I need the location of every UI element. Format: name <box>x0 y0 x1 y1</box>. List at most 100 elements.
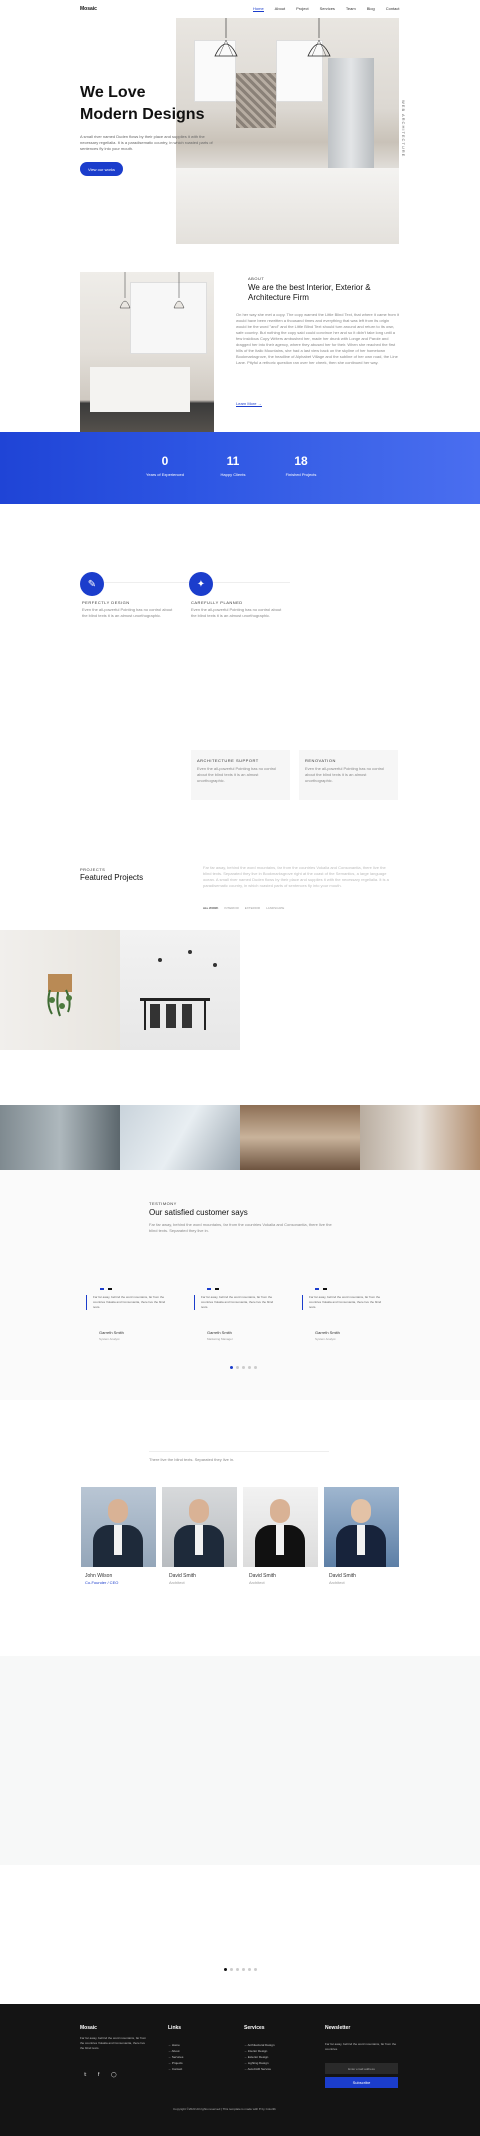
testimonial-name: Garreth Smith <box>99 1330 124 1335</box>
subscribe-button[interactable]: Subscribe <box>325 2077 398 2088</box>
team-role: Architect <box>249 1580 265 1585</box>
testimonial-role: Marketing Manager <box>207 1337 233 1341</box>
team-name: David Smith <box>169 1573 196 1579</box>
projects-title: Featured Projects <box>80 873 144 882</box>
site-logo[interactable]: Mosaic <box>80 6 97 12</box>
testimonial-role: System Analyst <box>315 1337 336 1341</box>
counter-projects: 18 Finished Projects <box>261 454 341 477</box>
hero-title-line1: We Love <box>80 84 146 101</box>
compass-icon: ✦ <box>189 572 213 596</box>
testimonial-quote: Far far away, behind the word mountains,… <box>86 1295 173 1310</box>
project-image[interactable] <box>0 1105 120 1170</box>
footer-newsletter-title: Newsletter <box>325 2025 351 2031</box>
hero-title: We Love Modern Designs <box>80 82 204 126</box>
footer-links-title: Links <box>168 2025 182 2031</box>
testimonial-label: TESTIMONY <box>149 1201 177 1206</box>
service-text: Even the all-powerful Pointing has no co… <box>305 766 385 783</box>
quote-icon <box>96 1278 120 1290</box>
team-role: Co-Founder / CEO <box>85 1580 119 1585</box>
pagination-dot[interactable] <box>224 1968 227 1971</box>
service-title: RENOVATION <box>305 758 336 763</box>
blog-pagination <box>224 1968 257 1971</box>
quote-icon <box>311 1278 335 1290</box>
main-nav: Home About Project Services Team Blog Co… <box>253 6 411 12</box>
instagram-icon[interactable]: ◯ <box>111 2072 117 2078</box>
about-title: We are the best Interior, Exterior & Arc… <box>248 283 371 302</box>
service-card: ARCHITECTURE SUPPORT Even the all-powerf… <box>191 750 290 800</box>
about-text: On her way she met a copy. The copy warn… <box>236 312 399 365</box>
team-name: David Smith <box>249 1573 276 1579</box>
footer-link[interactable]: → Contact <box>168 2066 183 2072</box>
team-role: Architect <box>169 1580 185 1585</box>
about-image <box>80 272 214 432</box>
footer-brand: Mosaic <box>80 2025 97 2031</box>
vertical-label: WEB ARCHITECTURE <box>401 100 406 158</box>
facebook-icon[interactable]: f <box>98 2072 99 2078</box>
team-role: Architect <box>329 1580 345 1585</box>
twitter-icon[interactable]: 𝕥 <box>84 2072 86 2078</box>
project-image[interactable] <box>360 1105 480 1170</box>
footer-links: → Home → About → Services → Projects → C… <box>168 2042 183 2072</box>
testimonial-quote: Far far away, behind the word mountains,… <box>302 1295 389 1310</box>
team-photo[interactable] <box>324 1487 399 1567</box>
filter-interior[interactable]: INTERIOR <box>224 906 238 910</box>
hero-text: A small river named Duden flows by their… <box>80 134 213 151</box>
testimonial-name: Garreth Smith <box>207 1330 232 1335</box>
project-image[interactable] <box>0 930 120 1050</box>
testimonial-role: System Analyst <box>99 1337 120 1341</box>
team-photo[interactable] <box>243 1487 318 1567</box>
nav-team[interactable]: Team <box>346 6 356 12</box>
footer-services-title: Services <box>244 2025 265 2031</box>
service-text: Even the all-powerful Pointing has no co… <box>82 607 173 618</box>
team-name: David Smith <box>329 1573 356 1579</box>
project-image[interactable] <box>120 1105 240 1170</box>
counter-label: Finished Projects <box>285 472 317 477</box>
pagination-dot[interactable] <box>248 1968 251 1971</box>
team-photo[interactable] <box>81 1487 156 1567</box>
filter-landscape[interactable]: LANDSCAPE <box>266 906 284 910</box>
service-title: ARCHITECTURE SUPPORT <box>197 758 259 763</box>
projects-text: Far far away, behind the word mountains,… <box>203 865 389 888</box>
pagination-dot[interactable] <box>236 1968 239 1971</box>
project-image[interactable] <box>120 930 240 1050</box>
filter-all[interactable]: ALL WORK <box>203 906 218 910</box>
newsletter-email-input[interactable]: Enter email address <box>325 2063 398 2074</box>
quote-icon <box>203 1278 227 1290</box>
testimonial-name: Garreth Smith <box>315 1330 340 1335</box>
pagination-dot[interactable] <box>242 1366 245 1369</box>
counter-section: 0 Years of Experienced 11 Happy Clients … <box>0 432 480 504</box>
footer <box>0 2004 480 2136</box>
about-label: ABOUT <box>248 276 265 281</box>
testimonial-title: Our satisfied customer says <box>149 1208 248 1217</box>
footer-services: → Architectural Design → Interior Design… <box>244 2042 275 2072</box>
nav-about[interactable]: About <box>275 6 285 12</box>
footer-service-link[interactable]: → AutoCAD Service <box>244 2066 275 2072</box>
nav-contact[interactable]: Contact <box>386 6 400 12</box>
testimonial-quote: Far far away, behind the word mountains,… <box>194 1295 281 1310</box>
nav-blog[interactable]: Blog <box>367 6 375 12</box>
filter-exterior[interactable]: EXTERIOR <box>245 906 260 910</box>
pagination-dot[interactable] <box>230 1968 233 1971</box>
pagination-dot[interactable] <box>230 1366 233 1369</box>
service-card: RENOVATION Even the all-powerful Pointin… <box>299 750 398 800</box>
divider <box>149 1451 329 1452</box>
team-text: There live the blind texts. Separated th… <box>149 1457 235 1462</box>
view-works-button[interactable]: View our works <box>80 162 123 176</box>
pagination-dot[interactable] <box>248 1366 251 1369</box>
team-photo[interactable] <box>162 1487 237 1567</box>
counter-number: 18 <box>294 454 308 468</box>
nav-services[interactable]: Services <box>320 6 335 12</box>
service-text: Even the all-powerful Pointing has no co… <box>197 766 277 783</box>
team-name: John Wilson <box>85 1573 113 1579</box>
nav-home[interactable]: Home <box>253 6 264 12</box>
divider <box>80 582 290 583</box>
project-image[interactable] <box>240 1105 360 1170</box>
footer-brand-text: Far far away, behind the word mountains,… <box>80 2036 147 2050</box>
footer-newsletter-text: Far far away, behind the word mountains,… <box>325 2042 397 2051</box>
pagination-dot[interactable] <box>254 1968 257 1971</box>
pagination-dot[interactable] <box>254 1366 257 1369</box>
nav-project[interactable]: Project <box>296 6 308 12</box>
learn-more-link[interactable]: Learn More → <box>236 401 262 407</box>
pagination-dot[interactable] <box>236 1366 239 1369</box>
pagination-dot[interactable] <box>242 1968 245 1971</box>
